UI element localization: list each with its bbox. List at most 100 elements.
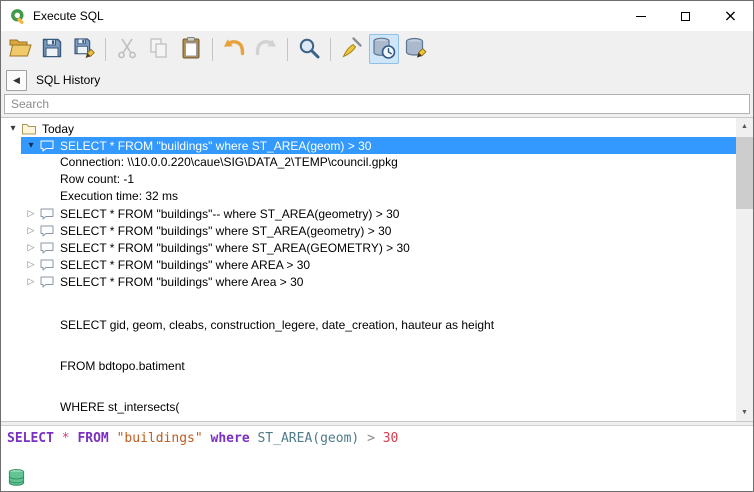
history-item-label: SELECT * FROM "buildings" where Area > 3… <box>60 275 303 289</box>
save-button[interactable] <box>37 34 67 64</box>
minimize-icon <box>636 16 646 17</box>
query-bubble-icon <box>39 257 55 273</box>
history-item-label: SELECT * FROM "buildings" where ST_AREA(… <box>60 241 410 255</box>
toolbar-separator <box>212 38 213 61</box>
history-item[interactable]: ▷ SELECT * FROM "buildings" where AREA >… <box>1 256 736 273</box>
folder-label: Today <box>42 122 74 136</box>
paste-button[interactable] <box>176 34 206 64</box>
find-button[interactable] <box>294 34 324 64</box>
sql-token: where <box>211 431 250 446</box>
title-bar[interactable]: Execute SQL × <box>1 1 753 31</box>
vertical-scrollbar[interactable]: ▲ ▼ <box>736 118 753 421</box>
clipboard-icon <box>179 36 203 63</box>
query-bubble-icon <box>39 274 55 290</box>
sql-token <box>359 431 367 446</box>
history-item[interactable]: ▷ SELECT * FROM "buildings" where Area >… <box>1 273 736 290</box>
execute-sql-window: Execute SQL × ◀ SQL History <box>0 0 754 492</box>
undo-arrow-icon <box>222 36 246 63</box>
toolbar-separator <box>287 38 288 61</box>
history-item-label: SELECT * FROM "buildings"-- where ST_ARE… <box>60 207 399 221</box>
copy-icon <box>147 36 171 63</box>
sql-code-line[interactable]: SELECT * FROM "buildings" where ST_AREA(… <box>1 426 753 451</box>
close-icon: × <box>724 8 737 24</box>
sql-token: FROM <box>77 431 108 446</box>
scrollbar-track[interactable] <box>736 135 753 404</box>
history-item-label: SELECT * FROM "buildings" where ST_AREA(… <box>60 139 371 153</box>
close-button[interactable]: × <box>708 1 753 31</box>
database-icon <box>7 468 26 487</box>
sql-token <box>203 431 211 446</box>
execute-query-button[interactable] <box>401 34 431 64</box>
sql-editor[interactable]: SELECT * FROM "buildings" where ST_AREA(… <box>1 425 753 491</box>
qgis-app-icon <box>9 7 27 25</box>
search-row <box>1 93 753 117</box>
window-title: Execute SQL <box>33 9 104 23</box>
sql-history-button[interactable] <box>369 34 399 64</box>
history-item-label: SELECT * FROM "buildings" where ST_AREA(… <box>60 224 391 238</box>
copy-button <box>144 34 174 64</box>
expander-collapsed-icon[interactable]: ▷ <box>23 276 39 287</box>
history-item-label: SELECT gid, geom, cleabs, construction_l… <box>60 291 494 421</box>
history-item[interactable]: ▷ SELECT * FROM "buildings" where ST_ARE… <box>1 222 736 239</box>
scissors-icon <box>115 36 139 63</box>
toolbar <box>1 31 753 67</box>
search-input[interactable] <box>4 94 750 114</box>
sql-token <box>54 431 62 446</box>
tree-folder-today[interactable]: ▾ Today <box>1 120 736 137</box>
query-bubble-icon <box>39 138 55 154</box>
sql-token: (geom) <box>312 431 359 446</box>
history-item-detail[interactable]: Row count: -1 <box>1 171 736 188</box>
undo-button[interactable] <box>219 34 249 64</box>
folder-open-icon <box>8 36 32 63</box>
history-item-selected[interactable]: ▾ SELECT * FROM "buildings" where ST_ARE… <box>21 137 736 154</box>
expander-collapsed-icon[interactable]: ▷ <box>23 259 39 270</box>
database-clock-icon <box>372 36 396 63</box>
sql-token: SELECT <box>7 431 54 446</box>
history-item-detail[interactable]: Execution time: 32 ms <box>1 188 736 205</box>
expander-collapsed-icon[interactable]: ▷ <box>23 208 39 219</box>
panel-header: ◀ SQL History <box>1 67 753 93</box>
query-bubble-icon <box>39 223 55 239</box>
expander-collapsed-icon[interactable]: ▷ <box>23 242 39 253</box>
sql-token: "buildings" <box>117 431 203 446</box>
scrollbar-thumb[interactable] <box>736 137 753 209</box>
sql-token <box>375 431 383 446</box>
expander-collapsed-icon[interactable]: ▷ <box>23 225 39 236</box>
query-bubble-icon <box>39 420 55 421</box>
clear-button[interactable] <box>337 34 367 64</box>
sql-token: ST_AREA <box>257 431 312 446</box>
maximize-button[interactable] <box>663 1 708 31</box>
sql-token: > <box>367 431 375 446</box>
open-file-button[interactable] <box>5 34 35 64</box>
history-item[interactable]: ▷ SELECT * FROM "buildings" where ST_ARE… <box>1 239 736 256</box>
sql-history-tree[interactable]: ▾ Today ▾ SELECT * FROM "buildings" wher… <box>1 118 736 421</box>
history-item[interactable]: ▷ SELECT * FROM "buildings"-- where ST_A… <box>1 205 736 222</box>
database-edit-icon <box>404 36 428 63</box>
toolbar-separator <box>330 38 331 61</box>
folder-icon <box>21 121 37 137</box>
expander-expanded-icon[interactable]: ▾ <box>5 123 21 134</box>
query-bubble-icon <box>39 206 55 222</box>
window-controls: × <box>618 1 753 31</box>
scroll-down-button[interactable]: ▼ <box>736 404 753 421</box>
scroll-up-button[interactable]: ▲ <box>736 118 753 135</box>
save-as-button[interactable] <box>69 34 99 64</box>
panel-title: SQL History <box>36 73 100 87</box>
expander-expanded-icon[interactable]: ▾ <box>23 140 39 151</box>
save-icon <box>40 36 64 63</box>
sql-token: * <box>62 431 70 446</box>
history-item[interactable]: ▾ SELECT gid, geom, cleabs, construction… <box>1 290 736 421</box>
sql-token <box>109 431 117 446</box>
back-arrow-icon: ◀ <box>13 75 20 86</box>
redo-button <box>251 34 281 64</box>
cut-button <box>112 34 142 64</box>
save-as-icon <box>72 36 96 63</box>
toolbar-separator <box>105 38 106 61</box>
minimize-button[interactable] <box>618 1 663 31</box>
broom-icon <box>340 36 364 63</box>
redo-arrow-icon <box>254 36 278 63</box>
history-item-detail[interactable]: Connection: \\10.0.0.220\caue\SIG\DATA_2… <box>1 154 736 171</box>
back-button[interactable]: ◀ <box>6 70 27 91</box>
query-bubble-icon <box>39 240 55 256</box>
maximize-icon <box>681 12 690 21</box>
